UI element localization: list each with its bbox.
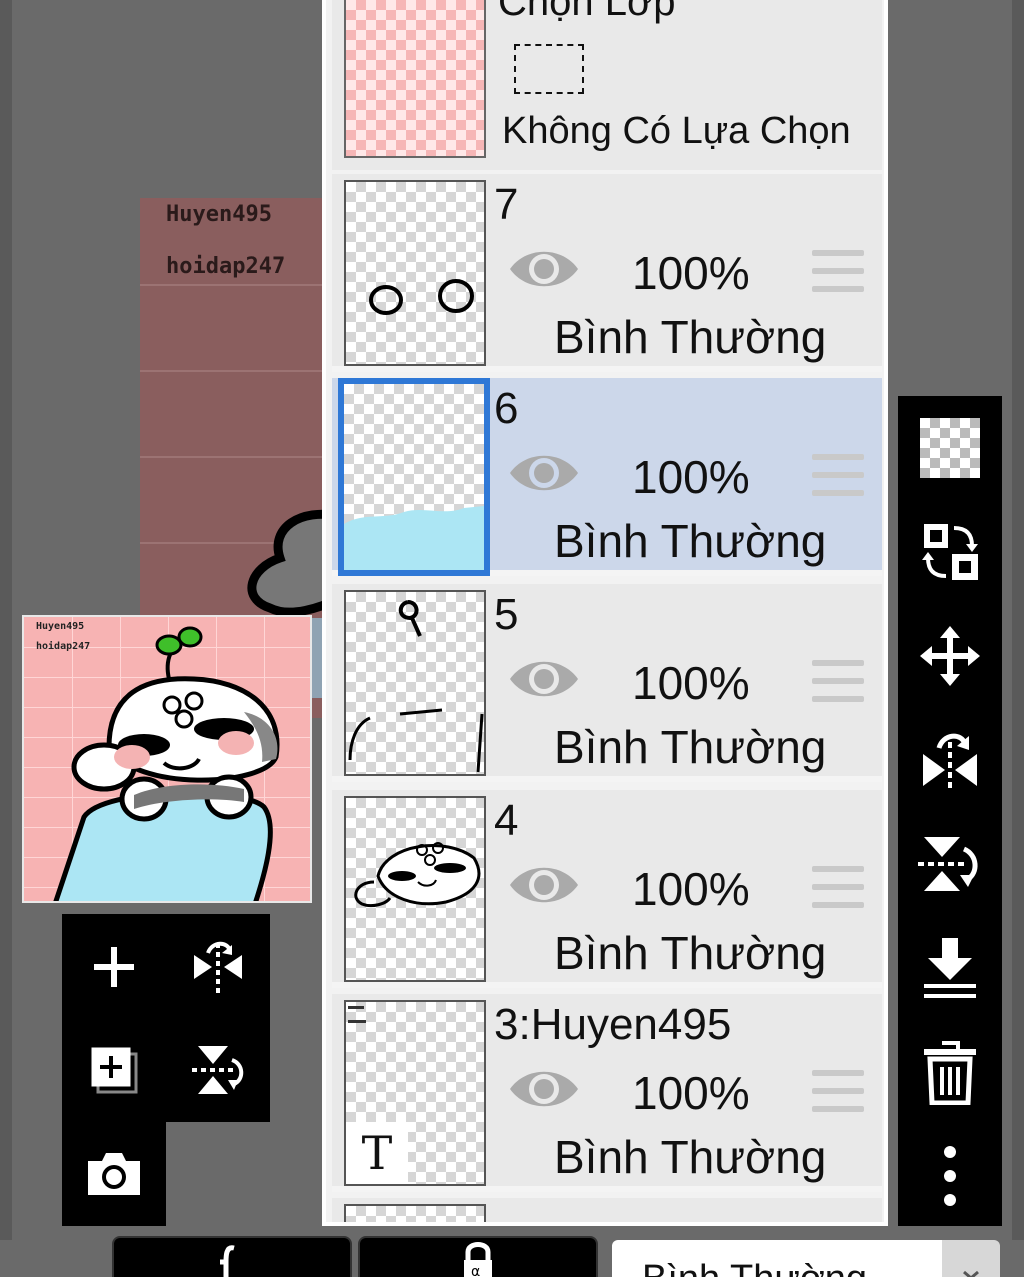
canvas-gridline [140,284,340,286]
layer-blend-mode: Bình Thường [554,721,827,773]
swap-icon [922,524,978,580]
drag-handle-icon[interactable] [812,866,864,910]
plus-icon [94,947,134,987]
selection-marquee-icon [514,44,584,94]
flip-vertical-icon [192,1046,244,1094]
chevron-down-icon [963,1270,979,1277]
canvas-watermark-1: Huyen495 [166,202,272,227]
right-toolbar [898,396,1002,1226]
flip-horizontal-icon [923,733,977,792]
camera-icon [88,1153,140,1195]
new-layer-button[interactable] [72,1028,156,1112]
layer-name: 5 [494,590,519,639]
layer-row-4[interactable]: 4 100% Bình Thường [332,790,882,988]
drag-handle-icon[interactable] [812,660,864,704]
drag-handle-icon[interactable] [812,250,864,294]
visibility-eye-icon[interactable] [508,1064,580,1114]
clipping-icon [220,1245,235,1277]
layer-blend-mode: Bình Thường [554,515,827,567]
layer-opacity[interactable]: 100% [632,246,750,300]
app-screen: Huyen495 hoidap247 Huyen495 hoidap247 Ch… [0,0,1024,1277]
drag-handle-icon[interactable] [812,1070,864,1114]
layer-thumbnail [338,378,490,576]
flip-vertical-button[interactable] [176,1028,260,1112]
layer-opacity[interactable]: 100% [632,1066,750,1120]
merge-down-icon [924,938,976,998]
lock-icon: α [464,1242,492,1277]
blend-mode-value: Bình Thường [642,1258,867,1277]
flip-vertical-icon [918,837,978,891]
swap-layer-button[interactable] [910,512,990,592]
add-layer-icon [91,1047,138,1094]
layer-thumbnail [344,590,486,776]
move-icon [920,626,980,686]
preview-character-drawing [53,626,280,901]
move-button[interactable] [910,616,990,696]
canvas-preview[interactable]: Huyen495 hoidap247 [22,615,312,903]
layer-name: 6 [494,384,519,433]
flip-horizontal-icon [194,941,242,993]
left-edge [0,0,12,1240]
right-edge [1012,0,1024,1240]
layer-opacity[interactable]: 100% [632,656,750,710]
add-layer-button[interactable] [72,925,156,1009]
layer-thumbnail [344,796,486,982]
camera-button[interactable] [72,1132,156,1216]
layer-name: 4 [494,796,519,845]
merge-down-button[interactable] [910,928,990,1008]
selection-layer-title: Chọn Lớp [498,0,676,24]
blend-mode-select[interactable]: Bình Thường [612,1240,942,1277]
visibility-eye-icon[interactable] [508,244,580,294]
drag-handle-icon[interactable] [812,454,864,498]
visibility-eye-icon[interactable] [508,654,580,704]
flip-horizontal-button[interactable] [910,720,990,800]
layer-row-3[interactable]: T 3:Huyen495 100% Bình Thường [332,994,882,1192]
more-options-button[interactable] [910,1136,990,1216]
layer-row-7[interactable]: 7 100% Bình Thường [332,174,882,372]
lock-alpha-button[interactable]: α [358,1236,598,1277]
canvas-watermark-2: hoidap247 [166,254,286,279]
layer-thumbnail [344,180,486,366]
flip-vertical-button[interactable] [910,824,990,904]
layer-row-6[interactable]: 6 100% Bình Thường [332,378,882,576]
layer-row-5[interactable]: 5 100% Bình Thường [332,584,882,782]
layer-name: 3:Huyen495 [494,1000,732,1049]
layer-thumbnail: T [344,1000,486,1186]
selection-layer-thumbnail [344,0,486,158]
trash-icon [924,1041,976,1105]
text-layer-t-icon: T [346,1122,408,1184]
more-icon [944,1146,956,1206]
layer-opacity[interactable]: 100% [632,862,750,916]
transparency-icon [920,418,980,478]
selection-layer-status: Không Có Lựa Chọn [502,110,851,152]
visibility-eye-icon[interactable] [508,448,580,498]
layer-opacity[interactable]: 100% [632,450,750,504]
layer-blend-mode: Bình Thường [554,927,827,979]
layer-blend-mode: Bình Thường [554,1131,827,1183]
layer-thumbnail [344,1204,486,1222]
canvas-gridline [140,456,340,458]
flip-horizontal-button[interactable] [176,925,260,1009]
selection-layer[interactable]: Chọn Lớp Không Có Lựa Chọn [332,0,882,170]
delete-layer-button[interactable] [910,1032,990,1112]
layers-panel: Chọn Lớp Không Có Lựa Chọn 7 100% Bình T… [322,0,888,1226]
svg-text:α: α [471,1264,480,1277]
layer-blend-mode: Bình Thường [554,311,827,363]
layer-row-partial[interactable] [332,1198,882,1222]
clipping-button[interactable] [112,1236,352,1277]
transparency-button[interactable] [910,408,990,488]
visibility-eye-icon[interactable] [508,860,580,910]
canvas-gridline [140,370,340,372]
layer-name: 7 [494,180,519,229]
blend-mode-dropdown-button[interactable] [942,1240,1000,1277]
